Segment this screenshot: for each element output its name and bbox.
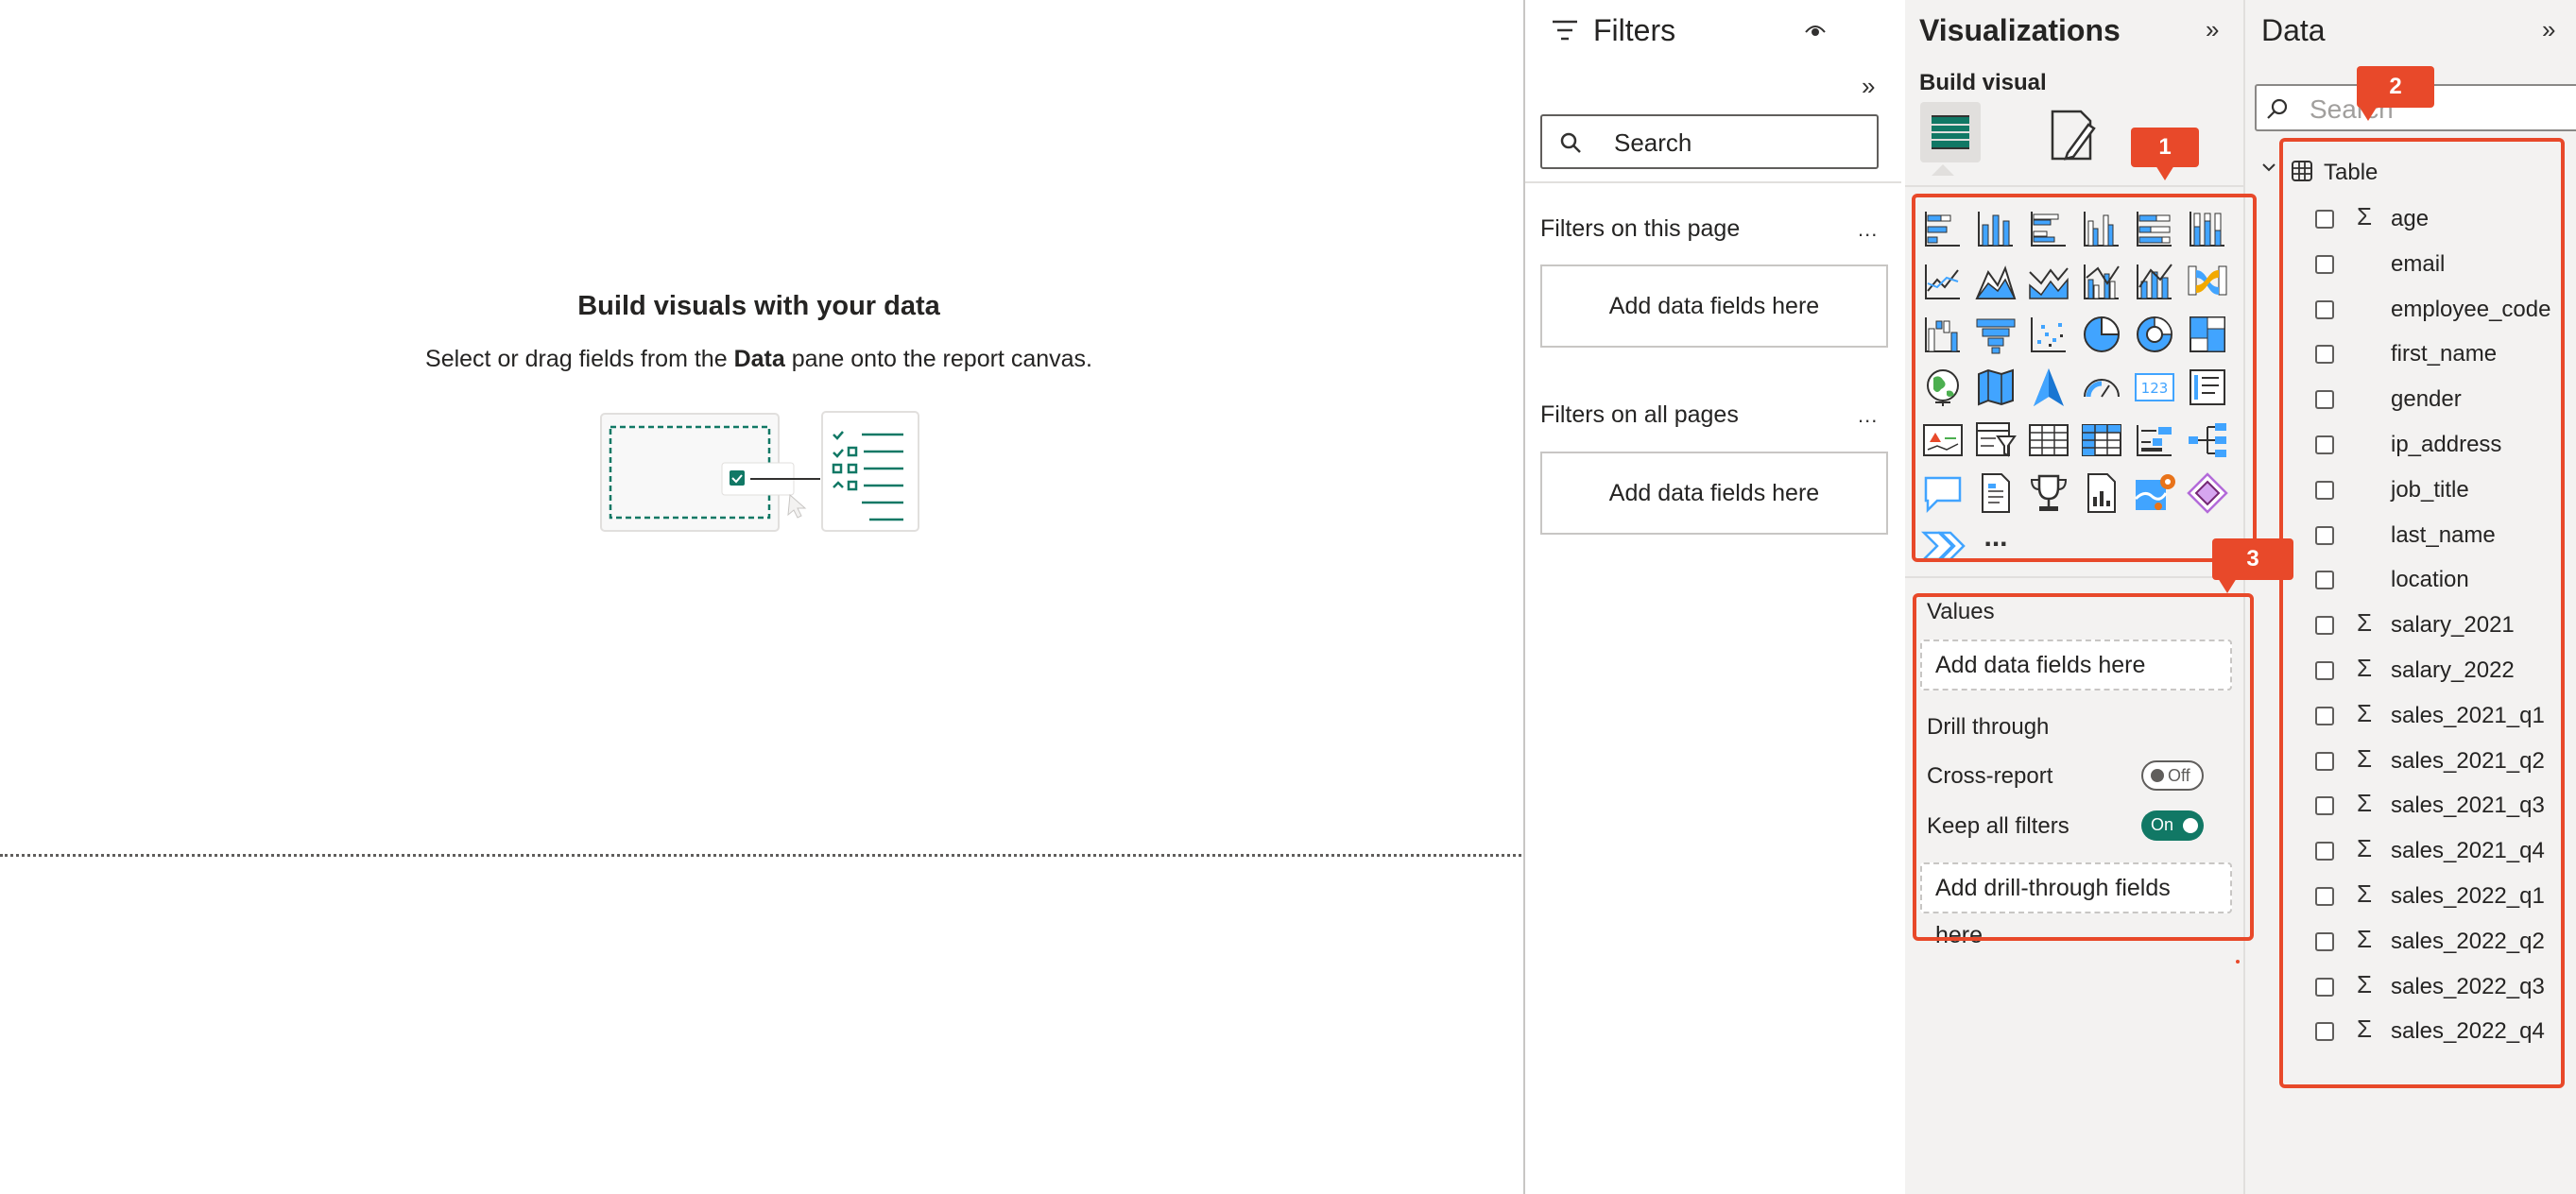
- subtitle-text-a: Select or drag fields from the: [425, 346, 734, 372]
- filters-all-drop-zone[interactable]: Add data fields here: [1540, 452, 1888, 535]
- filters-search-placeholder: Search: [1614, 128, 1692, 157]
- drag-fields-illustration: [600, 411, 919, 532]
- report-canvas[interactable]: Build visuals with your data Select or d…: [0, 0, 1523, 1194]
- filters-search-input[interactable]: Search: [1540, 114, 1879, 169]
- canvas-heading: Build visuals with your data: [577, 291, 940, 321]
- build-visual-icon: [1932, 115, 1969, 149]
- format-visual-icon[interactable]: [2047, 108, 2098, 162]
- filters-pane: [1523, 0, 1907, 1194]
- eye-icon[interactable]: [1803, 19, 1828, 42]
- collapse-data-icon[interactable]: »: [2542, 15, 2555, 44]
- page-boundary-line: [0, 854, 1521, 857]
- annotation-dot: [2236, 960, 2240, 964]
- filters-on-all-pages-label: Filters on all pages: [1540, 401, 1739, 428]
- build-visual-tab-pointer: [1932, 164, 1954, 176]
- gallery-bottom-divider: [1905, 576, 2243, 578]
- annotation-tag-3: 3: [2212, 538, 2293, 593]
- annotation-box-2: [2279, 138, 2565, 1088]
- build-visual-label: Build visual: [1919, 70, 2047, 95]
- annotation-tag-2: 2: [2357, 66, 2434, 121]
- filters-title: Filters: [1593, 13, 1676, 47]
- canvas-subtitle: Select or drag fields from the Data pane…: [0, 346, 1518, 373]
- chevron-down-icon[interactable]: [2261, 160, 2276, 175]
- filters-on-this-page-label: Filters on this page: [1540, 215, 1741, 242]
- search-icon: [1560, 132, 1581, 153]
- annotation-box-3: [1913, 593, 2254, 941]
- annotation-box-1: [1912, 194, 2257, 562]
- filters-all-more-button[interactable]: ...: [1858, 403, 1878, 428]
- filter-icon: [1553, 20, 1577, 41]
- gallery-top-divider: [1905, 185, 2243, 187]
- expand-filters-icon[interactable]: »: [1862, 72, 1875, 101]
- visualizations-title: Visualizations: [1919, 13, 2121, 47]
- filters-page-more-button[interactable]: ...: [1858, 217, 1878, 242]
- subtitle-text-b: pane onto the report canvas.: [784, 346, 1092, 372]
- build-visual-tab[interactable]: [1920, 102, 1981, 162]
- collapse-visualizations-icon[interactable]: »: [2206, 15, 2219, 44]
- subtitle-data-word: Data: [733, 346, 785, 372]
- search-icon: [2267, 98, 2288, 119]
- filters-page-drop-zone[interactable]: Add data fields here: [1540, 264, 1888, 348]
- filters-divider: [1525, 181, 1901, 183]
- annotation-tag-1: 1: [2131, 128, 2199, 180]
- data-title: Data: [2261, 13, 2326, 47]
